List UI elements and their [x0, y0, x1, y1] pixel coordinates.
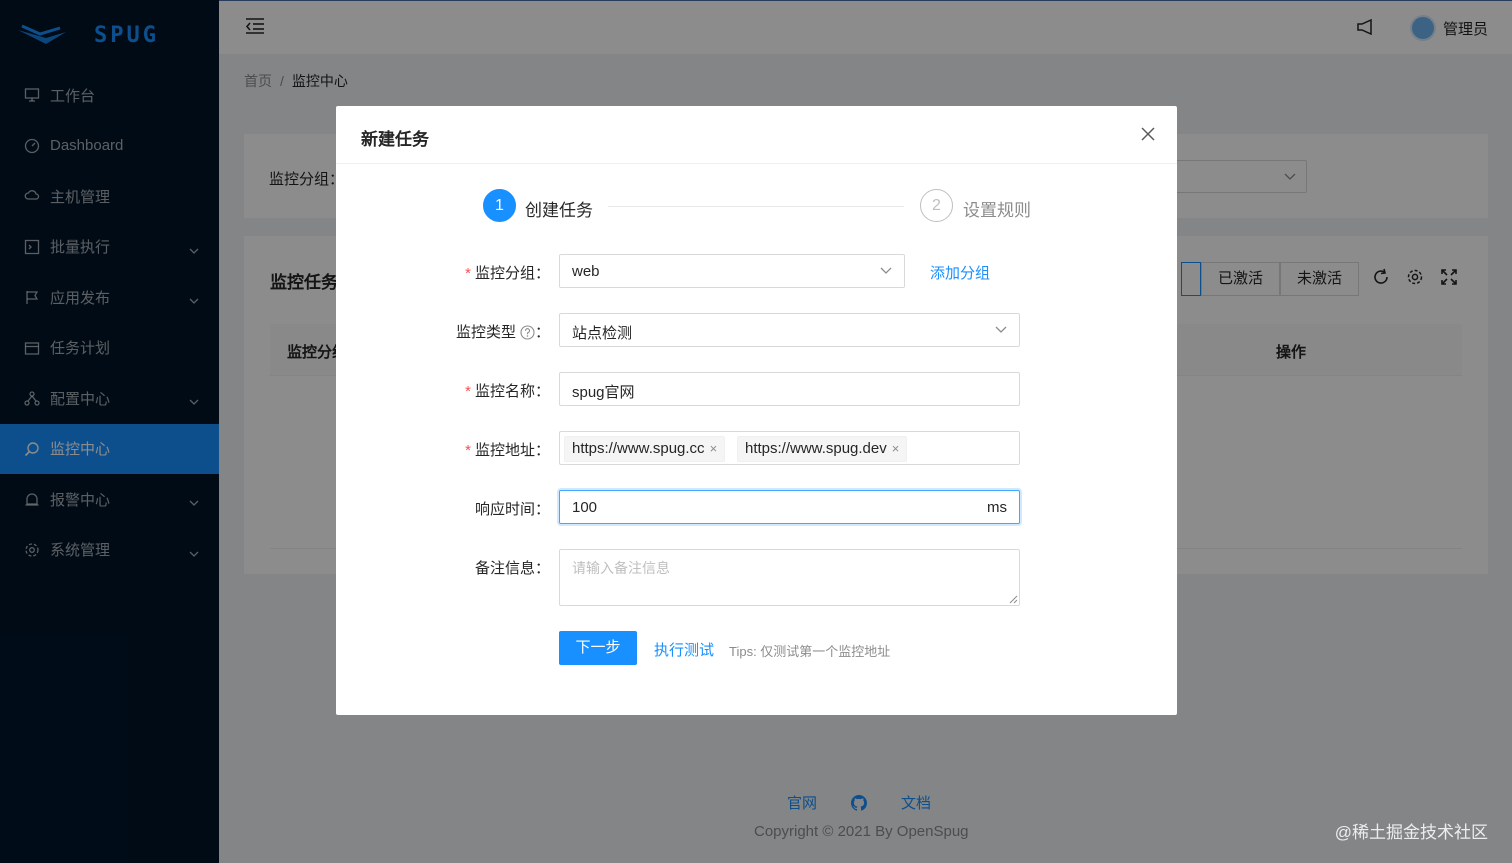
- timeout-input-value: 100: [572, 499, 598, 516]
- address-label: * 监控地址：: [465, 439, 550, 460]
- form-row-timeout: 响应时间： 100 ms: [336, 490, 1177, 524]
- address-tag: https://www.spug.cc ×: [564, 436, 726, 462]
- desc-textarea[interactable]: 请输入备注信息: [559, 549, 1020, 606]
- group-select-value: web: [572, 263, 600, 280]
- step-1-indicator: 1: [483, 189, 516, 222]
- timeout-input[interactable]: 100 ms: [559, 490, 1020, 524]
- modal-header: 新建任务: [336, 106, 1177, 164]
- type-select-value: 站点检测: [572, 325, 633, 342]
- required-mark: *: [465, 383, 471, 400]
- address-tags-input[interactable]: https://www.spug.cc × https://www.spug.de…: [559, 431, 1020, 465]
- question-circle-icon[interactable]: [520, 325, 535, 344]
- form-row-name: * 监控名称： spug官网: [336, 372, 1177, 406]
- type-label: 监控类型 ：: [456, 321, 550, 344]
- timeout-label: 响应时间：: [474, 501, 550, 518]
- type-label-text: 监控类型: [455, 324, 516, 341]
- form-row-type: 监控类型 ： 站点检测: [336, 313, 1177, 347]
- type-label-colon: ：: [534, 324, 550, 341]
- resize-handle-icon[interactable]: [1009, 595, 1018, 604]
- chevron-down-icon: [880, 267, 892, 274]
- timeout-unit: ms: [987, 499, 1007, 516]
- name-label: * 监控名称：: [465, 380, 550, 401]
- run-test-button[interactable]: 执行测试: [654, 639, 714, 660]
- close-icon[interactable]: ×: [710, 441, 718, 456]
- step-2-title: 设置规则: [963, 201, 1031, 220]
- chevron-down-icon: [995, 326, 1007, 333]
- form-row-address: * 监控地址： https://www.spug.cc × https://www.…: [336, 431, 1177, 465]
- group-select[interactable]: web: [559, 254, 905, 288]
- group-label: * 监控分组：: [465, 262, 550, 283]
- add-group-link[interactable]: 添加分组: [930, 262, 990, 283]
- close-icon[interactable]: [1141, 127, 1155, 144]
- test-tips: Tips: 仅测试第一个监控地址: [729, 644, 891, 659]
- address-tag-text: https://www.spug.cc: [572, 440, 705, 457]
- required-mark: *: [465, 442, 471, 459]
- close-icon[interactable]: ×: [892, 441, 900, 456]
- name-input-value: spug官网: [572, 384, 635, 401]
- address-tag-text: https://www.spug.dev: [745, 440, 887, 457]
- required-mark: *: [465, 265, 471, 282]
- new-task-modal: 新建任务 1 创建任务 2 设置规则 * 监控分组： web 添加分组 监控类型：…: [336, 106, 1177, 715]
- watermark: @稀土掘金技术社区: [1334, 823, 1488, 842]
- step-connector: [608, 206, 904, 207]
- group-label-text: 监控分组：: [474, 265, 550, 282]
- desc-placeholder: 请输入备注信息: [572, 560, 670, 576]
- form-row-group: * 监控分组： web 添加分组: [336, 254, 1177, 288]
- address-label-text: 监控地址：: [474, 442, 550, 459]
- step-1-title: 创建任务: [525, 201, 593, 220]
- step-2-indicator: 2: [920, 189, 953, 222]
- type-select[interactable]: 站点检测: [559, 313, 1020, 347]
- address-tag: https://www.spug.dev ×: [737, 436, 908, 462]
- desc-label: 备注信息：: [474, 560, 550, 577]
- name-input[interactable]: spug官网: [559, 372, 1020, 406]
- modal-title: 新建任务: [361, 130, 429, 149]
- name-label-text: 监控名称：: [474, 383, 550, 400]
- next-step-button[interactable]: 下一步: [559, 631, 637, 665]
- steps: 1 创建任务 2 设置规则: [483, 189, 1031, 223]
- form-row-desc: 备注信息： 请输入备注信息: [336, 549, 1177, 606]
